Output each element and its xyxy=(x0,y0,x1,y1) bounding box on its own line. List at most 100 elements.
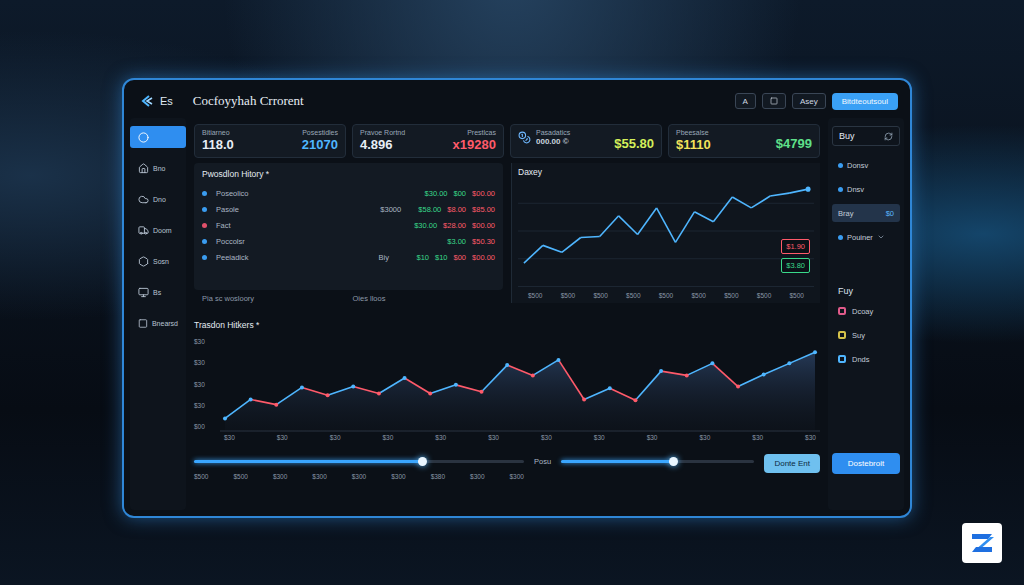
trade-item[interactable]: Donsv xyxy=(832,156,900,174)
primary-button[interactable]: Bitdteoutsoul xyxy=(832,93,898,110)
history-point[interactable] xyxy=(454,383,458,387)
x-tick: $500 xyxy=(724,292,738,299)
history-point[interactable] xyxy=(787,361,791,365)
history-point[interactable] xyxy=(736,385,740,389)
nav-icon xyxy=(138,318,148,329)
history-point[interactable] xyxy=(274,403,278,407)
header-actions: A Asey Bitdteoutsoul xyxy=(735,93,898,110)
sidebar-label: Bs xyxy=(153,289,161,296)
sidebar-label: Doom xyxy=(153,227,172,234)
history-segment xyxy=(328,387,354,396)
stat-value: $4799 xyxy=(776,136,812,151)
x-axis: $500$500$500$500$500$500$500$500$500 xyxy=(518,292,814,299)
stat-metric: Pravoe Rortnd4.896 xyxy=(360,129,405,152)
history-point[interactable] xyxy=(762,373,766,377)
slider[interactable] xyxy=(194,454,524,468)
trade-item-value: $0 xyxy=(886,209,894,218)
transaction-row[interactable]: Fact$30.00$28.00$00.00 xyxy=(202,217,495,233)
history-point[interactable] xyxy=(505,363,509,367)
secondary-button[interactable]: Donte Ent xyxy=(764,454,820,473)
history-point[interactable] xyxy=(223,416,227,420)
history-point[interactable] xyxy=(582,397,586,401)
price-segment xyxy=(657,208,676,243)
slider-tick: $300 xyxy=(273,473,287,480)
item-dot xyxy=(838,235,843,240)
window-icon xyxy=(770,97,778,105)
history-point[interactable] xyxy=(531,373,535,377)
history-point[interactable] xyxy=(659,369,663,373)
sidebar-item[interactable]: Bno xyxy=(130,157,186,179)
sidebar-item[interactable]: Bnearsd xyxy=(130,312,186,334)
sidebar-item[interactable]: Dno xyxy=(130,188,186,210)
history-point[interactable] xyxy=(813,350,817,354)
slider-tick: $300 xyxy=(391,473,405,480)
history-point[interactable] xyxy=(403,376,407,380)
price-segment xyxy=(770,193,789,196)
history-point[interactable] xyxy=(633,398,637,402)
option-row[interactable]: Dcoay xyxy=(832,302,900,320)
transaction-value: $30.00 xyxy=(414,221,437,230)
section-title: Fuy xyxy=(832,286,900,296)
history-point[interactable] xyxy=(608,386,612,390)
toolbar-button[interactable]: Asey xyxy=(792,93,826,109)
primary-action-button[interactable]: Dostebroit xyxy=(832,453,900,474)
x-tick: $500 xyxy=(691,292,705,299)
y-tick: $00 xyxy=(194,423,216,430)
option-row[interactable]: Dnds xyxy=(832,350,900,368)
toolbar-button[interactable] xyxy=(762,93,786,109)
sidebar-label: Dno xyxy=(153,196,166,203)
history-point[interactable] xyxy=(685,373,689,377)
history-point[interactable] xyxy=(710,361,714,365)
price-segment xyxy=(600,216,619,237)
history-point[interactable] xyxy=(377,391,381,395)
history-point[interactable] xyxy=(556,358,560,362)
logo-icon xyxy=(140,94,154,108)
history-point[interactable] xyxy=(249,397,253,401)
stat-card: Pbeesalse$1110$4799 xyxy=(668,124,820,158)
slider-fill xyxy=(561,460,673,463)
chart-title: Daxey xyxy=(518,167,814,177)
transaction-row[interactable]: Poseolico$30.00$00$00.00 xyxy=(202,185,495,201)
history-segment xyxy=(405,378,431,393)
stat-label: Prestlcas xyxy=(467,129,496,136)
slider-tick: $300 xyxy=(510,473,524,480)
history-point[interactable] xyxy=(428,391,432,395)
history-point[interactable] xyxy=(326,393,330,397)
trade-item[interactable]: Bray$0 xyxy=(832,204,900,222)
chevron-down-icon xyxy=(877,233,885,241)
price-segment xyxy=(694,212,713,222)
buy-header[interactable]: Buy xyxy=(832,126,900,146)
transaction-row[interactable]: Pasole$3000$58.00$8.00$85.00 xyxy=(202,201,495,217)
status-dot xyxy=(202,191,207,196)
slider-thumb[interactable] xyxy=(418,457,427,466)
history-area xyxy=(225,352,815,432)
status-dot xyxy=(202,223,207,228)
trade-item[interactable]: Dnsv xyxy=(832,180,900,198)
status-dot xyxy=(202,255,207,260)
toolbar-button[interactable]: A xyxy=(735,93,756,109)
history-point[interactable] xyxy=(351,385,355,389)
status-dot xyxy=(202,207,207,212)
history-segment xyxy=(353,387,379,394)
x-tick: $500 xyxy=(593,292,607,299)
slider-thumb[interactable] xyxy=(669,457,678,466)
stat-value: 21070 xyxy=(302,137,338,152)
sidebar-item[interactable]: Doom xyxy=(130,219,186,241)
sidebar-item[interactable] xyxy=(130,126,186,148)
option-row[interactable]: Suy xyxy=(832,326,900,344)
trade-item[interactable]: Pouiner xyxy=(832,228,900,246)
transaction-value: $30.00 xyxy=(425,189,448,198)
y-tick: $30 xyxy=(194,359,216,366)
history-point[interactable] xyxy=(480,390,484,394)
price-segment xyxy=(638,208,657,235)
price-segment xyxy=(675,212,694,243)
transaction-value: $85.00 xyxy=(472,205,495,214)
price-end-point[interactable] xyxy=(806,187,811,192)
sidebar-item[interactable]: Bs xyxy=(130,281,186,303)
transaction-row[interactable]: Poccolsr$3.00$50.30 xyxy=(202,233,495,249)
sidebar-item[interactable]: Sosn xyxy=(130,250,186,272)
slider[interactable] xyxy=(561,454,754,468)
option-label: Dcoay xyxy=(852,307,873,316)
transaction-row[interactable]: PeeiadickBiy$10$10$00$00.00 xyxy=(202,249,495,265)
history-point[interactable] xyxy=(300,385,304,389)
